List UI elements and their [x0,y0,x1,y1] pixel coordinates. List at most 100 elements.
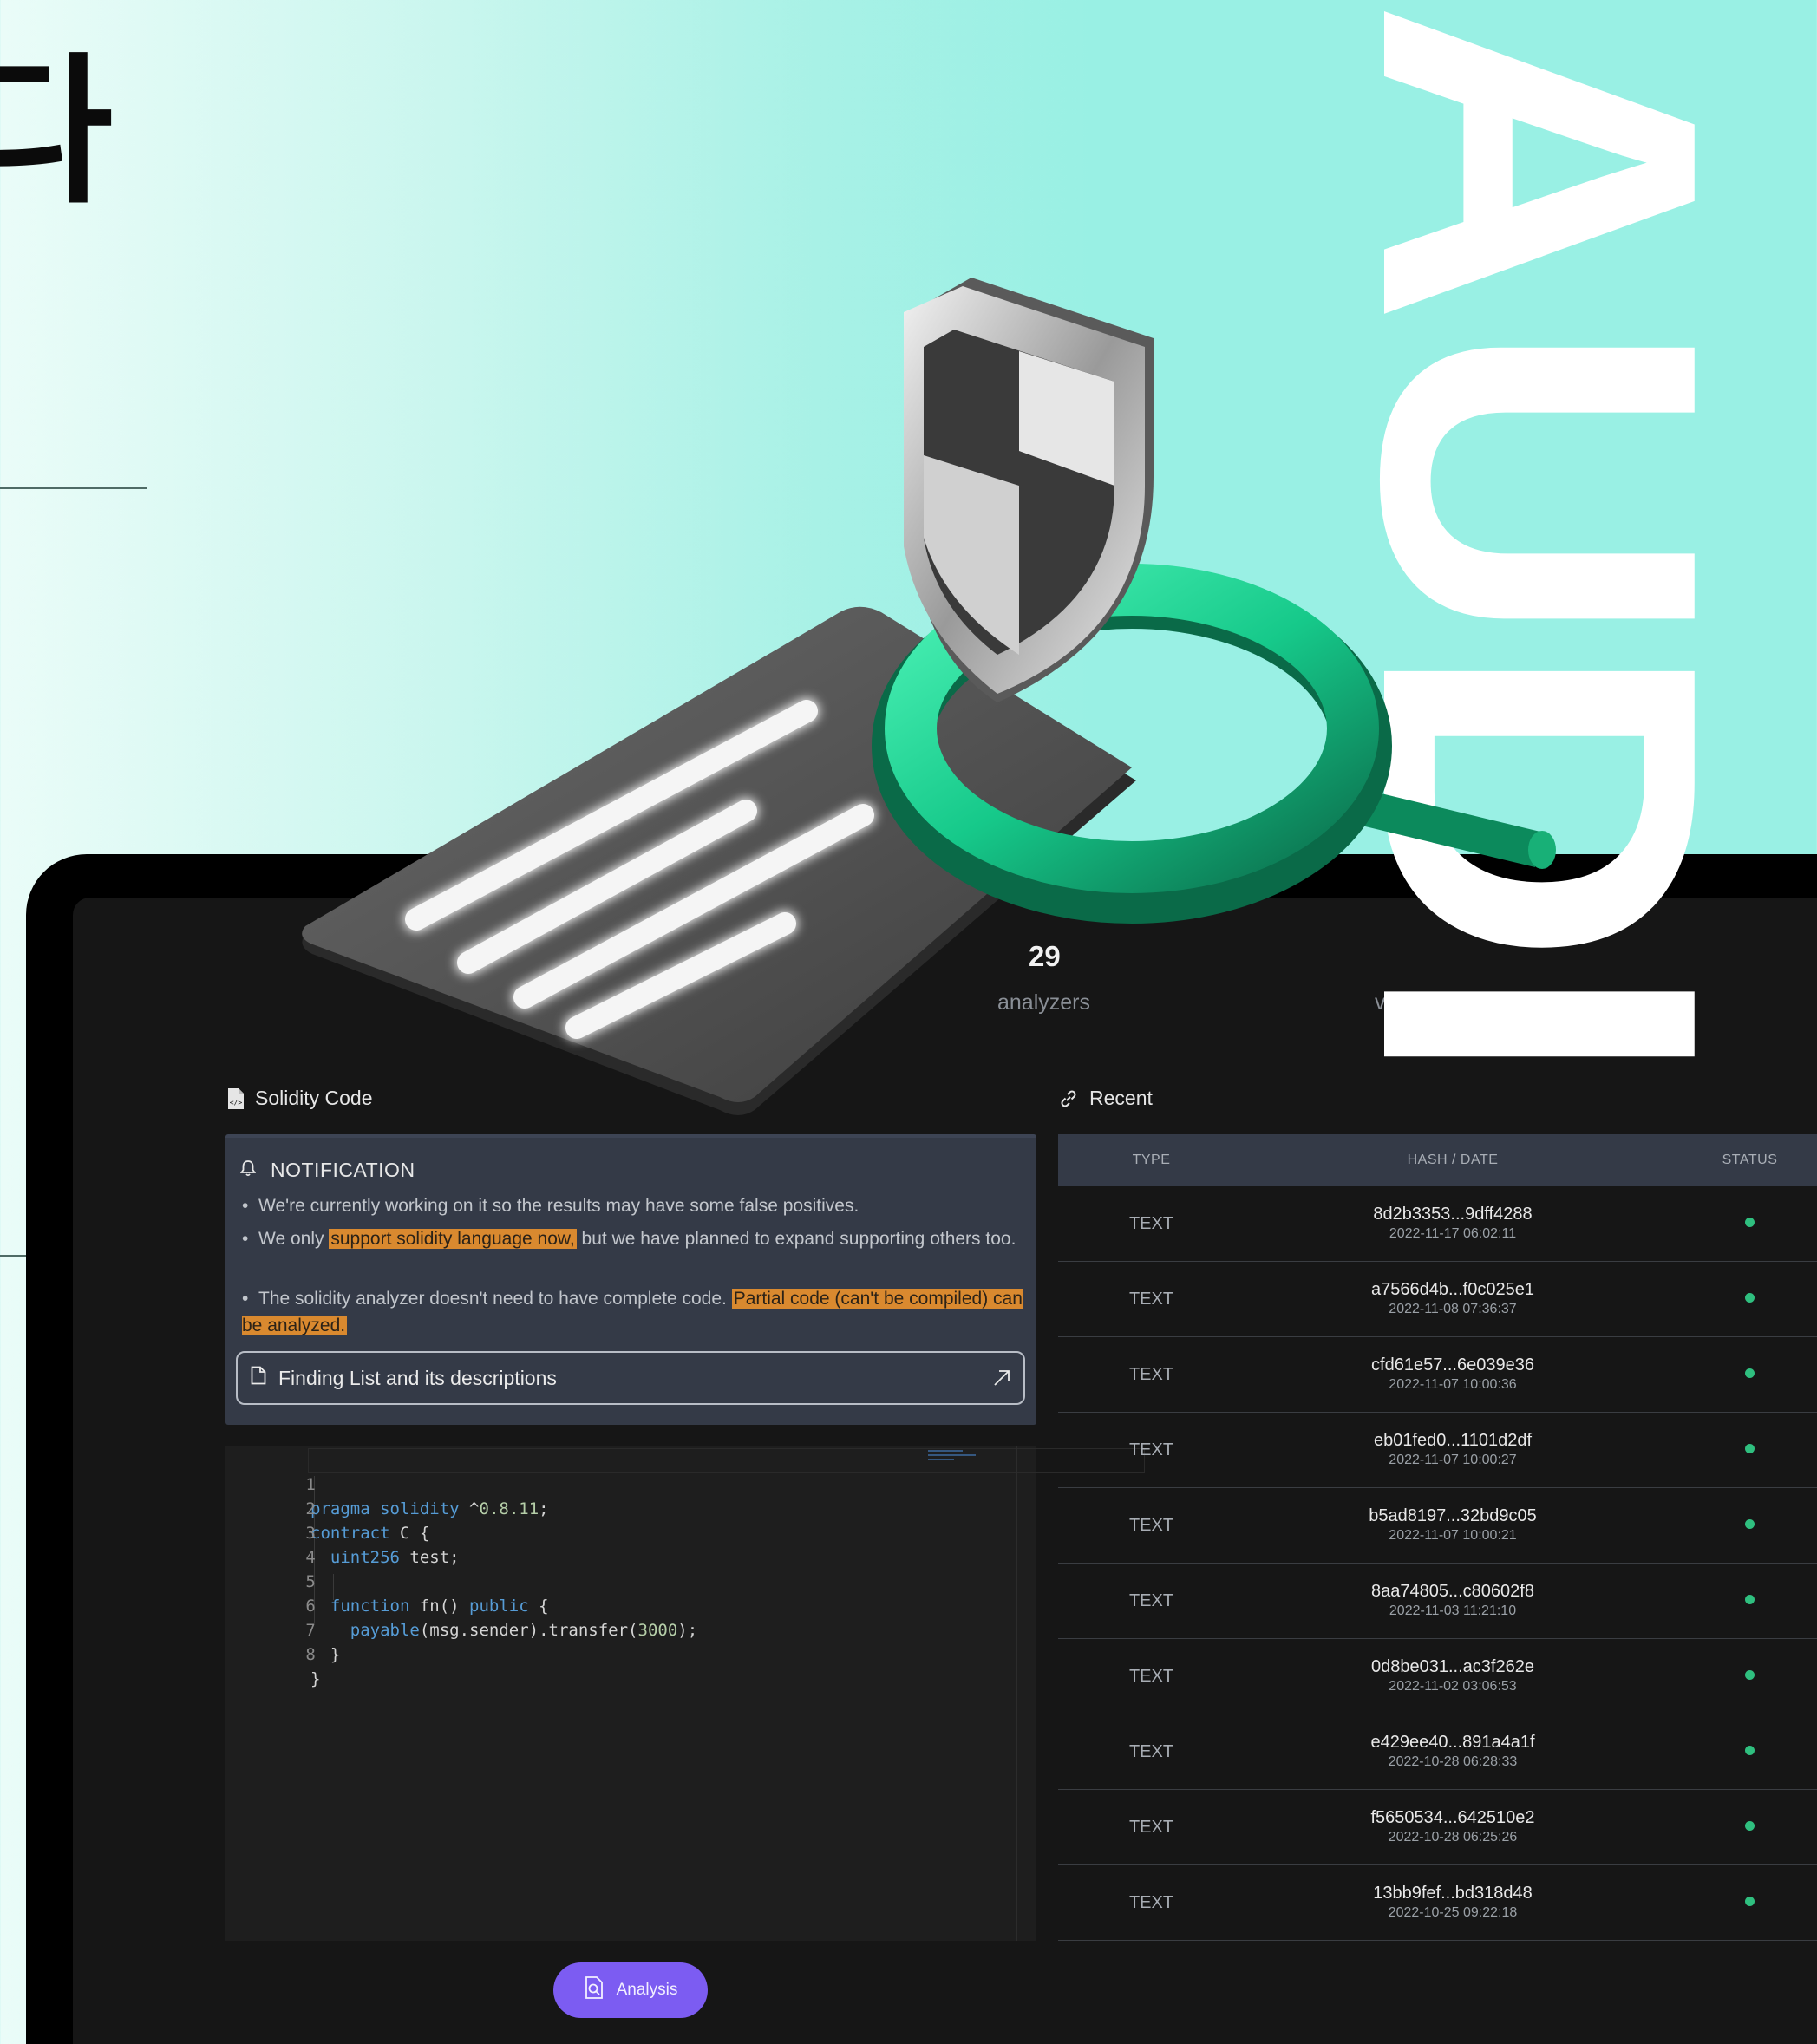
table-row[interactable]: TEXT 13bb9fef...bd318d48 2022-10-25 09:22:… [1058,1865,1817,1941]
notification-item: • We're currently working on it so the r… [242,1196,859,1216]
row-hash: b5ad8197...32bd9c05 [1369,1506,1537,1525]
status-dot [1745,1670,1755,1680]
row-hash-date: b5ad8197...32bd9c05 2022-11-07 10:00:21 [1245,1505,1661,1545]
row-hash: eb01fed0...1101d2df [1373,1431,1533,1450]
solidity-code-title-text: Solidity Code [255,1087,373,1109]
row-date: 2022-11-07 10:00:36 [1389,1377,1517,1392]
code-editor[interactable]: 1 pragma solidity ^0.8.11; 2 contract C … [225,1446,1145,1941]
table-row[interactable]: TEXT eb01fed0...1101d2df 2022-11-07 10:00:… [1058,1413,1817,1488]
row-type: TEXT [1128,1213,1174,1233]
search-doc-icon [584,1975,606,2005]
row-hash-date: e429ee40...891a4a1f 2022-10-28 06:28:33 [1245,1732,1661,1772]
external-link-icon [992,1368,1011,1393]
row-hash: a7566d4b...f0c025e1 [1371,1280,1534,1299]
row-status [1661,1442,1817,1458]
row-hash-date: 8aa74805...c80602f8 2022-11-03 11:21:10 [1245,1581,1661,1621]
status-dot [1745,1293,1755,1303]
row-hash-date: f5650534...642510e2 2022-10-28 06:25:26 [1245,1807,1661,1847]
row-type: TEXT [1128,1364,1174,1384]
row-hash-date: a7566d4b...f0c025e1 2022-11-08 07:36:37 [1245,1279,1661,1319]
row-date: 2022-10-28 06:25:26 [1388,1830,1518,1845]
analyzers-count: 29 [1029,940,1061,972]
table-row[interactable]: TEXT e429ee40...891a4a1f 2022-10-28 06:28:… [1058,1714,1817,1790]
row-date: 2022-11-07 10:00:27 [1389,1453,1517,1467]
row-type: TEXT [1128,1892,1174,1912]
row-type: TEXT [1128,1289,1174,1309]
table-row[interactable]: TEXT 0d8be031...ac3f262e 2022-11-02 03:06:… [1058,1639,1817,1714]
code-line: 7 } [305,1621,341,1664]
notification-heading: NOTIFICATION [271,1159,415,1181]
code-line: 3 uint256 test; [305,1524,460,1567]
row-status [1661,1367,1817,1382]
table-header: TYPE HASH / DATE STATUS [1058,1134,1817,1186]
row-hash: 8d2b3353...9dff4288 [1373,1205,1533,1224]
row-status [1661,1819,1817,1835]
row-hash: 13bb9fef...bd318d48 [1373,1884,1533,1903]
finding-list-label: Finding List and its descriptions [278,1366,557,1389]
analysis-button[interactable]: Analysis [553,1962,708,2018]
row-type: TEXT [1128,1515,1174,1535]
row-type: TEXT [1128,1741,1174,1761]
recent-table: TYPE HASH / DATE STATUS TEXT 8d2b3353...9… [1058,1134,1817,1941]
row-hash: 8aa74805...c80602f8 [1371,1582,1534,1601]
row-hash-date: 8d2b3353...9dff4288 2022-11-17 06:02:11 [1245,1204,1661,1244]
table-row[interactable]: TEXT a7566d4b...f0c025e1 2022-11-08 07:36:… [1058,1262,1817,1337]
row-date: 2022-11-07 10:00:21 [1389,1528,1517,1543]
row-status [1661,1518,1817,1533]
table-row[interactable]: TEXT 8d2b3353...9dff4288 2022-11-17 06:02:… [1058,1186,1817,1262]
status-dot [1745,1444,1755,1453]
column-header-status[interactable]: STATUS [1661,1153,1817,1168]
notification-panel: NOTIFICATION • We're currently working o… [225,1134,1036,1425]
editor-minimap[interactable] [928,1450,980,1467]
code-line: 2 contract C { [305,1499,430,1543]
table-row[interactable]: TEXT b5ad8197...32bd9c05 2022-11-07 10:00:… [1058,1488,1817,1564]
code-line: 8 } [305,1645,321,1688]
current-line-highlight [308,1448,1145,1473]
column-header-type[interactable]: TYPE [1058,1153,1245,1168]
row-type: TEXT [1128,1440,1174,1460]
status-dot [1745,1368,1755,1378]
row-status [1661,1593,1817,1609]
code-line: 5 function fn() public { [305,1572,549,1616]
row-date: 2022-11-17 06:02:11 [1389,1226,1517,1241]
document-icon [251,1366,266,1390]
file-code-icon: </> [227,1087,245,1110]
row-date: 2022-11-08 07:36:37 [1389,1302,1517,1316]
column-header-hash[interactable]: HASH / DATE [1245,1153,1661,1168]
row-status [1661,1216,1817,1231]
recent-title: Recent [1058,1087,1153,1110]
row-type: TEXT [1128,1590,1174,1610]
status-dot [1745,1821,1755,1831]
editor-scrollbar[interactable] [1016,1446,1017,1941]
row-status [1661,1895,1817,1910]
status-dot [1745,1595,1755,1604]
row-hash-date: 0d8be031...ac3f262e 2022-11-02 03:06:53 [1245,1656,1661,1696]
table-row[interactable]: TEXT f5650534...642510e2 2022-10-28 06:25:… [1058,1790,1817,1865]
row-date: 2022-11-03 11:21:10 [1389,1603,1517,1618]
notification-item: • The solidity analyzer doesn't need to … [242,1289,1023,1335]
svg-text:</>: </> [230,1099,243,1107]
code-line: 4 [305,1548,316,1567]
notification-header: NOTIFICATION [239,1159,415,1182]
finding-list-link[interactable]: Finding List and its descriptions [236,1351,1025,1405]
row-type: TEXT [1128,1666,1174,1686]
analyzers-label: analyzers [997,990,1090,1015]
table-row[interactable]: TEXT cfd61e57...6e039e36 2022-11-07 10:00:… [1058,1337,1817,1413]
table-row[interactable]: TEXT 8aa74805...c80602f8 2022-11-03 11:21:… [1058,1564,1817,1639]
row-status [1661,1291,1817,1307]
code-line: 1 pragma solidity ^0.8.11; [305,1475,549,1518]
code-line: 6 payable(msg.sender).transfer(3000); [305,1597,698,1640]
row-date: 2022-10-25 09:22:18 [1388,1905,1518,1920]
row-hash: e429ee40...891a4a1f [1370,1733,1535,1752]
row-hash: cfd61e57...6e039e36 [1371,1355,1534,1375]
row-status [1661,1744,1817,1760]
shield [904,278,1154,702]
row-date: 2022-10-28 06:28:33 [1388,1754,1518,1769]
row-date: 2022-11-02 03:06:53 [1389,1679,1517,1694]
recent-title-text: Recent [1089,1087,1153,1109]
status-dot [1745,1218,1755,1227]
notification-item: • We only support solidity language now,… [242,1229,1016,1249]
highlight: support solidity language now, [329,1229,577,1249]
row-hash-date: eb01fed0...1101d2df 2022-11-07 10:00:27 [1245,1430,1661,1470]
divider-line [0,487,147,489]
